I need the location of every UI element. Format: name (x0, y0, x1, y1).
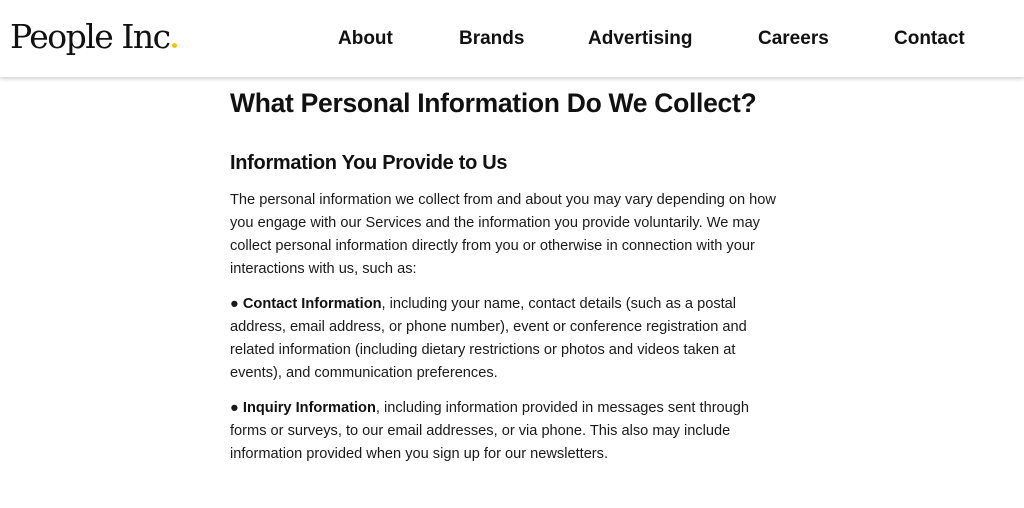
main-nav: About Brands Advertising Careers Contact (0, 28, 1024, 52)
bullet-contact-information: ● Contact Information, including your na… (230, 293, 785, 385)
bullet-marker: ● (230, 400, 239, 416)
nav-link-contact[interactable]: Contact (894, 28, 965, 50)
nav-link-about[interactable]: About (338, 28, 393, 50)
bullet-inquiry-information: ● Inquiry Information, including informa… (230, 397, 785, 466)
nav-link-careers[interactable]: Careers (758, 28, 829, 50)
article-content: What Personal Information Do We Collect?… (230, 88, 785, 466)
nav-link-brands[interactable]: Brands (459, 28, 524, 50)
section-heading: What Personal Information Do We Collect? (230, 88, 757, 118)
nav-link-advertising[interactable]: Advertising (588, 28, 693, 50)
subsection-heading: Information You Provide to Us (230, 152, 508, 174)
site-header: People Inc About Brands Advertising Care… (0, 0, 1024, 77)
bullet-marker: ● (230, 296, 239, 312)
bullet-term: Contact Information (242, 296, 382, 312)
bullet-term: Inquiry Information (242, 400, 376, 416)
intro-paragraph: The personal information we collect from… (230, 192, 776, 277)
